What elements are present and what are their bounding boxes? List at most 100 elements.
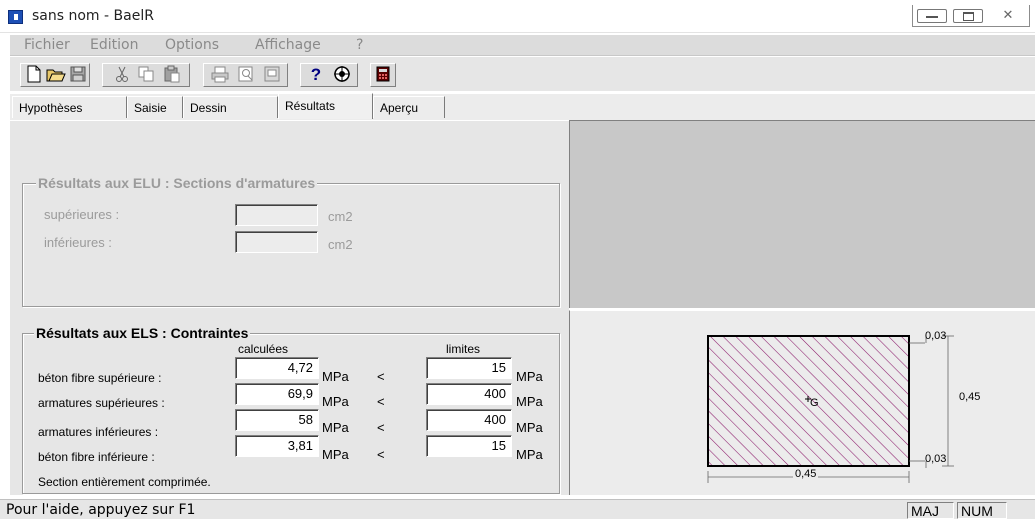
num-indicator: NUM: [957, 502, 1007, 519]
menu-options[interactable]: Options: [165, 37, 219, 53]
elu-unit-inf: cm2: [328, 237, 353, 252]
save-icon: [70, 66, 86, 82]
context-help-button[interactable]: [332, 65, 352, 84]
minimize-icon: [926, 16, 938, 18]
menu-affichage[interactable]: Affichage: [255, 37, 321, 53]
page-setup-icon: [264, 66, 280, 82]
els-col-calculees: calculées: [238, 342, 289, 356]
toolbar: ?: [10, 57, 1035, 91]
els-unit: MPa: [516, 447, 543, 462]
tab-saisie[interactable]: Saisie: [127, 96, 183, 118]
elu-label-inferieures: inférieures :: [44, 235, 112, 250]
tab-strip: Hypothèses Saisie Dessin Résultats Aperç…: [10, 93, 1035, 120]
window-edge: [0, 35, 10, 499]
window-controls: ✕: [912, 5, 1030, 27]
close-icon: ✕: [1002, 7, 1014, 22]
cut-icon: [116, 66, 128, 82]
els-unit: MPa: [516, 420, 543, 435]
tab-label: Saisie: [134, 101, 167, 115]
els-operator: <: [377, 420, 385, 435]
els-operator: <: [377, 369, 385, 384]
copy-button[interactable]: [136, 65, 156, 84]
els-beton-inf-limit: 15: [426, 435, 512, 457]
page-setup-button[interactable]: [262, 65, 282, 84]
menu-edition[interactable]: Edition: [90, 37, 138, 53]
section-drawing-panel: 0,03 0,45 0,03 0,45 G: [569, 310, 1035, 495]
tab-label: Aperçu: [380, 101, 419, 115]
els-arm-sup-limit: 400: [426, 383, 512, 405]
tab-hypotheses[interactable]: Hypothèses: [12, 96, 127, 118]
els-unit: MPa: [516, 369, 543, 384]
maximize-icon: [963, 12, 974, 21]
elu-title: Résultats aux ELU : Sections d'armatures: [36, 175, 318, 191]
els-label-arm-inf: armatures inférieures :: [38, 425, 159, 439]
menu-bar: Fichier Edition Options Affichage ?: [10, 35, 1035, 56]
els-unit: MPa: [322, 447, 349, 462]
els-beton-inf-calc: 3,81: [235, 435, 319, 457]
print-icon: [211, 66, 229, 83]
print-preview-icon: [238, 66, 253, 82]
status-help-text: Pour l'aide, appuyez sur F1: [6, 502, 196, 518]
els-unit: MPa: [322, 369, 349, 384]
elu-superieures-field: [235, 204, 318, 226]
els-arm-inf-limit: 400: [426, 409, 512, 431]
new-file-button[interactable]: [24, 65, 44, 84]
elu-label-superieures: supérieures :: [44, 207, 120, 222]
new-file-icon: [27, 65, 41, 83]
els-beton-sup-limit: 15: [426, 357, 512, 379]
print-preview-button[interactable]: [236, 65, 256, 84]
tab-apercu[interactable]: Aperçu: [373, 96, 445, 118]
dim-height: 0,45: [959, 391, 981, 403]
minimize-button[interactable]: [917, 9, 947, 23]
caps-indicator: MAJ: [907, 502, 954, 519]
els-operator: <: [377, 394, 385, 409]
tab-label: Hypothèses: [19, 101, 83, 115]
dim-width: 0,45: [793, 468, 819, 480]
els-title: Résultats aux ELS : Contraintes: [34, 325, 251, 341]
elu-inferieures-field: [235, 231, 318, 253]
drawing-area-top: [569, 120, 1035, 308]
print-button[interactable]: [210, 65, 230, 84]
els-arm-sup-calc: 69,9: [235, 383, 319, 405]
els-unit: MPa: [322, 420, 349, 435]
tab-label: Résultats: [285, 99, 336, 113]
results-panel: Résultats aux ELU : Sections d'armatures…: [10, 120, 569, 495]
tab-label: Dessin: [190, 101, 227, 115]
maximize-button[interactable]: [953, 9, 983, 23]
context-help-icon: [334, 66, 350, 82]
els-col-limites: limites: [446, 342, 481, 356]
open-folder-icon: [46, 69, 66, 82]
status-bar: Pour l'aide, appuyez sur F1 MAJ NUM: [0, 499, 1035, 519]
title-bar: sans nom - BaelR ✕: [0, 0, 1035, 33]
menu-help[interactable]: ?: [356, 37, 363, 53]
els-beton-sup-calc: 4,72: [235, 357, 319, 379]
paste-icon: [164, 65, 180, 83]
help-icon: ?: [310, 65, 322, 84]
els-arm-inf-calc: 58: [235, 409, 319, 431]
dim-top-cover: 0,03: [925, 330, 947, 342]
els-label-arm-sup: armatures supérieures :: [38, 396, 165, 410]
calculator-button[interactable]: [373, 65, 393, 84]
elu-unit-sup: cm2: [328, 209, 353, 224]
els-label-beton-sup: béton fibre supérieure :: [38, 371, 162, 385]
close-button[interactable]: ✕: [993, 6, 1023, 24]
tab-dessin[interactable]: Dessin: [183, 96, 278, 118]
els-operator: <: [377, 447, 385, 462]
copy-icon: [138, 66, 154, 82]
dim-bottom-cover: 0,03: [925, 453, 947, 465]
help-button[interactable]: ?: [306, 65, 326, 84]
cut-button[interactable]: [112, 65, 132, 84]
paste-button[interactable]: [162, 65, 182, 84]
tab-resultats[interactable]: Résultats: [278, 93, 373, 119]
els-summary: Section entièrement comprimée.: [38, 475, 211, 489]
centroid-label: G: [810, 397, 819, 409]
calculator-icon: [376, 66, 390, 82]
app-icon[interactable]: [8, 10, 23, 24]
els-unit: MPa: [322, 394, 349, 409]
menu-fichier[interactable]: Fichier: [24, 37, 70, 53]
els-unit: MPa: [516, 394, 543, 409]
open-button[interactable]: [46, 65, 66, 84]
window-title: sans nom - BaelR: [32, 8, 154, 24]
els-label-beton-inf: béton fibre inférieure :: [38, 450, 155, 464]
save-button[interactable]: [68, 65, 88, 84]
